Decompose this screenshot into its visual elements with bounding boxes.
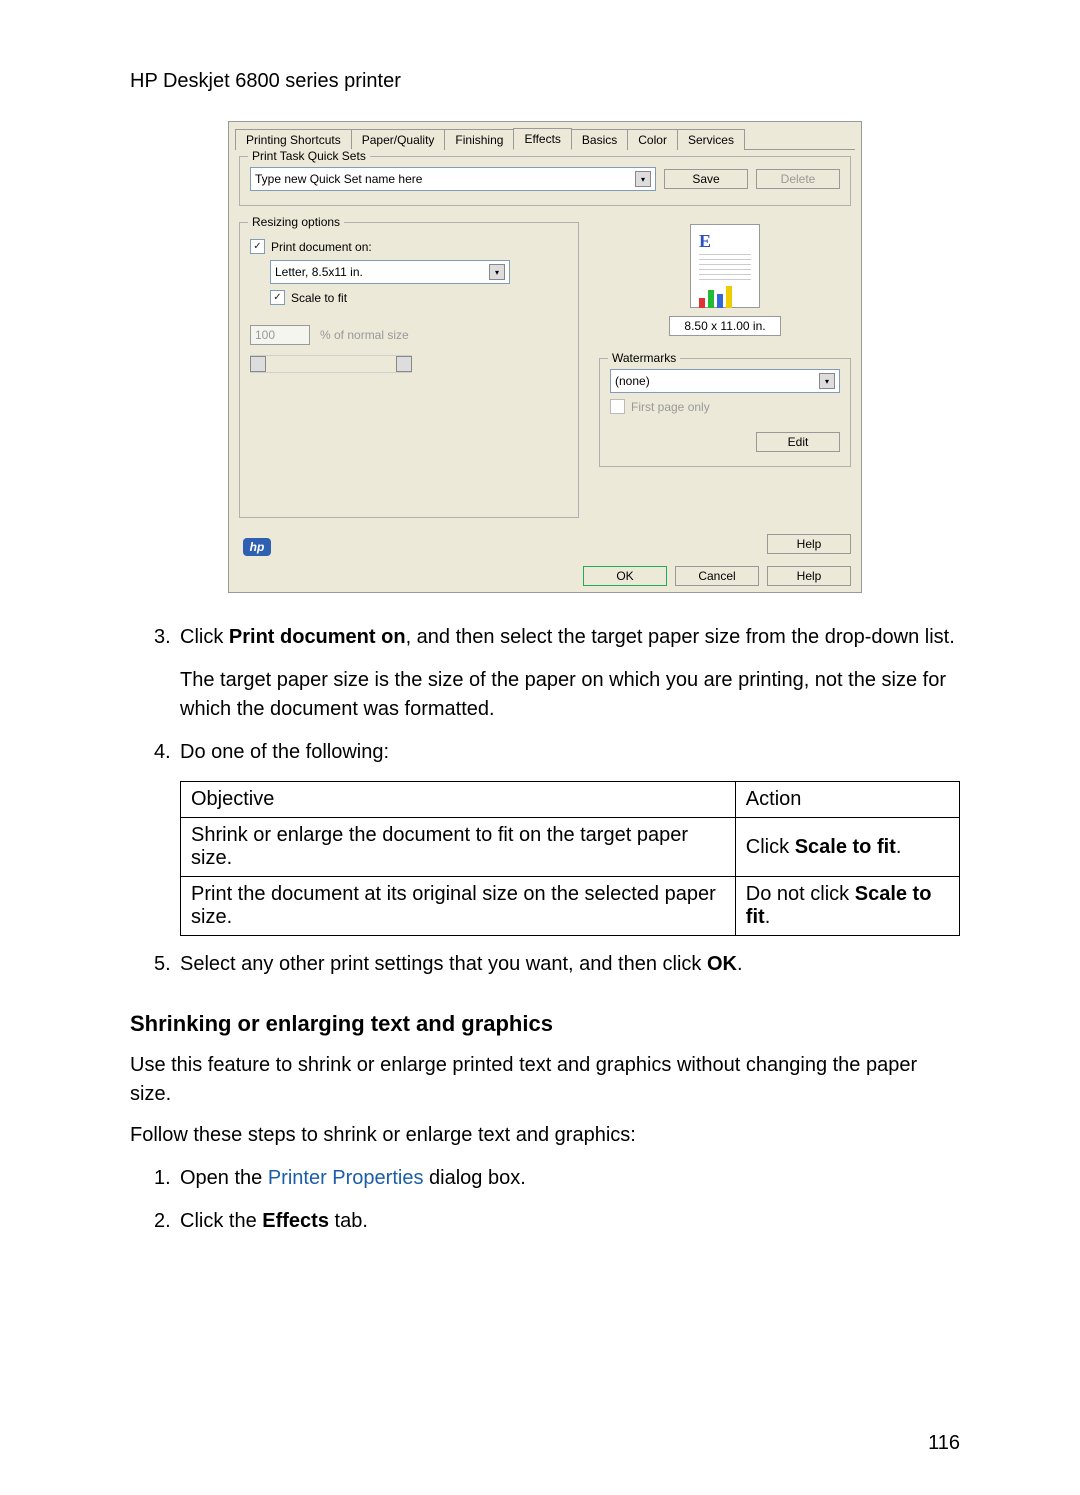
- cancel-button[interactable]: Cancel: [675, 566, 759, 586]
- save-button[interactable]: Save: [664, 169, 748, 189]
- table-cell: Shrink or enlarge the document to fit on…: [181, 818, 736, 877]
- target-paper-size-value: Letter, 8.5x11 in.: [275, 265, 363, 279]
- print-document-on-label: Print document on:: [271, 240, 372, 254]
- dialog-footer: OK Cancel Help: [235, 556, 855, 586]
- percent-slider: [250, 355, 412, 373]
- ok-button[interactable]: OK: [583, 566, 667, 586]
- edit-button[interactable]: Edit: [756, 432, 840, 452]
- page-preview: E: [690, 224, 760, 308]
- quick-sets-legend: Print Task Quick Sets: [248, 149, 370, 163]
- table-row: Objective Action: [181, 782, 960, 818]
- document-header: HP Deskjet 6800 series printer: [130, 70, 960, 93]
- section-heading: Shrinking or enlarging text and graphics: [130, 1011, 960, 1037]
- tab-color[interactable]: Color: [627, 129, 678, 150]
- resizing-legend: Resizing options: [248, 215, 344, 229]
- watermarks-legend: Watermarks: [608, 351, 680, 365]
- text: Open the: [180, 1167, 268, 1189]
- section-paragraph-1: Use this feature to shrink or enlarge pr…: [130, 1051, 960, 1109]
- delete-button: Delete: [756, 169, 840, 189]
- text: Click: [746, 836, 795, 858]
- step2-2: 2.Click the Effects tab.: [154, 1207, 960, 1236]
- step-5: 5.Select any other print settings that y…: [154, 950, 960, 979]
- dialog-tabs: Printing Shortcuts Paper/Quality Finishi…: [235, 128, 855, 150]
- step-3: 3.Click Print document on, and then sele…: [154, 623, 960, 652]
- text-bold: Scale to fit: [795, 836, 896, 858]
- preview-lines-icon: [699, 254, 751, 282]
- resizing-options-group: Resizing options ✓ Print document on: Le…: [239, 222, 579, 518]
- chevron-down-icon[interactable]: ▾: [635, 171, 651, 187]
- preview-size-text: 8.50 x 11.00 in.: [669, 316, 781, 336]
- hp-logo-icon: hp: [243, 538, 271, 556]
- quick-sets-group: Print Task Quick Sets Type new Quick Set…: [239, 156, 851, 206]
- table-cell: Click Scale to fit.: [735, 818, 959, 877]
- link-printer-properties[interactable]: Printer Properties: [268, 1167, 424, 1189]
- tab-printing-shortcuts[interactable]: Printing Shortcuts: [235, 129, 352, 150]
- watermarks-group: Watermarks (none) ▾ First page only Edit: [599, 358, 851, 467]
- tab-finishing[interactable]: Finishing: [444, 129, 514, 150]
- first-page-only-checkbox: First page only: [610, 399, 840, 414]
- table-header-objective: Objective: [181, 782, 736, 818]
- text: tab.: [329, 1210, 368, 1232]
- quick-set-name-combo[interactable]: Type new Quick Set name here ▾: [250, 167, 656, 191]
- text: Select any other print settings that you…: [180, 953, 707, 975]
- tab-services[interactable]: Services: [677, 129, 745, 150]
- chevron-down-icon[interactable]: ▾: [489, 264, 505, 280]
- text: Do one of the following:: [180, 741, 389, 763]
- checkbox-icon: ✓: [270, 290, 285, 305]
- page-number: 116: [928, 1432, 960, 1455]
- footer-help-button[interactable]: Help: [767, 566, 851, 586]
- watermark-value: (none): [615, 374, 650, 388]
- objective-action-table: Objective Action Shrink or enlarge the d…: [180, 781, 960, 936]
- print-document-on-checkbox[interactable]: ✓ Print document on:: [250, 239, 568, 254]
- step-4: 4.Do one of the following:: [154, 738, 960, 767]
- scale-to-fit-checkbox[interactable]: ✓ Scale to fit: [270, 290, 568, 305]
- preview-letter-icon: E: [699, 231, 711, 251]
- help-button[interactable]: Help: [767, 534, 851, 554]
- tab-paper-quality[interactable]: Paper/Quality: [351, 129, 446, 150]
- text-bold: Effects: [262, 1210, 329, 1232]
- first-page-only-label: First page only: [631, 400, 710, 414]
- text-bold: Print document on: [229, 626, 406, 648]
- table-row: Shrink or enlarge the document to fit on…: [181, 818, 960, 877]
- checkbox-icon: [610, 399, 625, 414]
- quick-set-placeholder: Type new Quick Set name here: [255, 172, 422, 186]
- checkbox-icon: ✓: [250, 239, 265, 254]
- chevron-down-icon[interactable]: ▾: [819, 373, 835, 389]
- text: , and then select the target paper size …: [406, 626, 955, 648]
- printer-properties-dialog: Printing Shortcuts Paper/Quality Finishi…: [228, 121, 862, 593]
- table-cell: Print the document at its original size …: [181, 877, 736, 936]
- tab-basics[interactable]: Basics: [571, 129, 628, 150]
- text: dialog box.: [423, 1167, 525, 1189]
- scale-to-fit-label: Scale to fit: [291, 291, 347, 305]
- text: Do not click: [746, 883, 855, 905]
- tab-effects[interactable]: Effects: [513, 128, 571, 150]
- watermark-combo[interactable]: (none) ▾: [610, 369, 840, 393]
- dialog-screenshot: Printing Shortcuts Paper/Quality Finishi…: [130, 121, 960, 593]
- step2-1: 1.Open the Printer Properties dialog box…: [154, 1164, 960, 1193]
- table-header-action: Action: [735, 782, 959, 818]
- table-row: Print the document at its original size …: [181, 877, 960, 936]
- text: Click: [180, 626, 229, 648]
- text: Click the: [180, 1210, 262, 1232]
- preview-bars-icon: [699, 286, 751, 308]
- text-bold: OK: [707, 953, 737, 975]
- section-paragraph-2: Follow these steps to shrink or enlarge …: [130, 1121, 960, 1150]
- percent-input: 100: [250, 325, 310, 345]
- percent-label: % of normal size: [320, 328, 409, 342]
- table-cell: Do not click Scale to fit.: [735, 877, 959, 936]
- target-paper-size-combo[interactable]: Letter, 8.5x11 in. ▾: [270, 260, 510, 284]
- step-3-para2: The target paper size is the size of the…: [180, 666, 960, 724]
